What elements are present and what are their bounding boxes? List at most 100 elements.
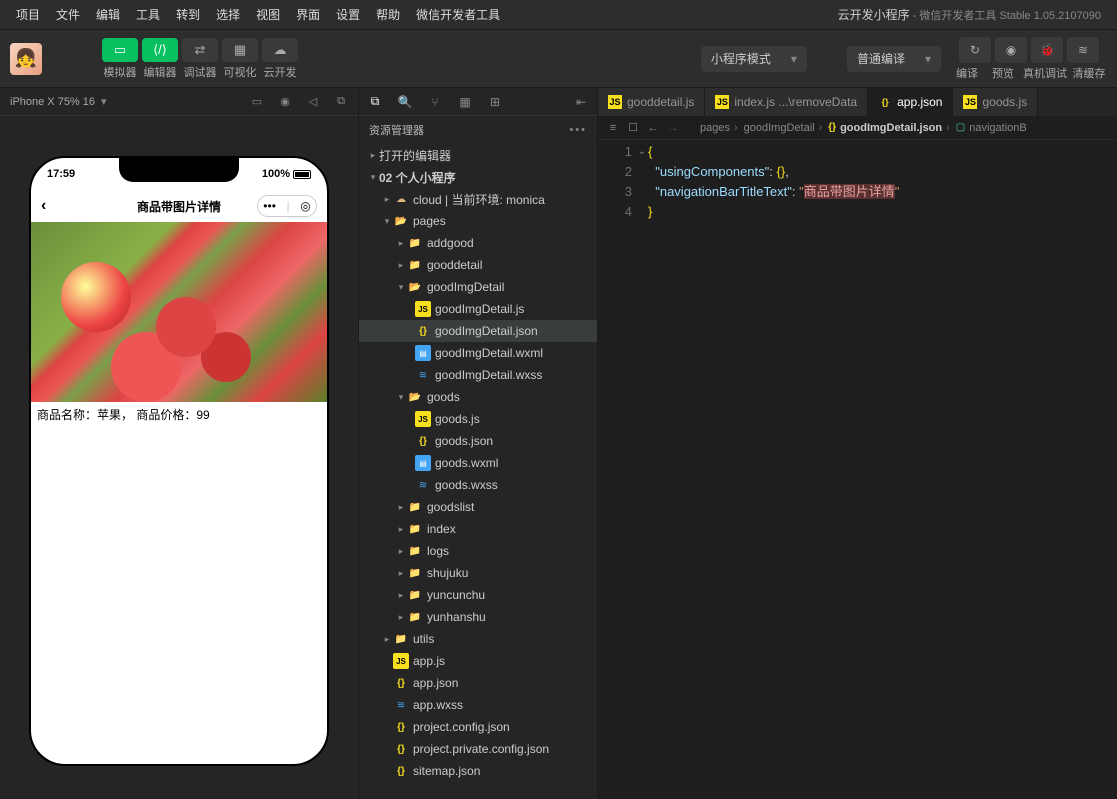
tab-goods-js[interactable]: JSgoods.js (953, 88, 1038, 116)
simulator-button[interactable]: ▭ (102, 38, 138, 62)
tree-shujuku[interactable]: ▸📁shujuku (359, 562, 597, 584)
compile-button[interactable]: ↻ (959, 37, 991, 63)
avatar[interactable]: 👧 (10, 43, 42, 75)
phone-navbar: ‹ 商品带图片详情 ••• | ◎ (31, 190, 327, 222)
tree-goodslist[interactable]: ▸📁goodslist (359, 496, 597, 518)
detach-icon[interactable]: ⧉ (334, 95, 348, 109)
breadcrumb-symbol[interactable]: ▢navigationB (956, 122, 1027, 134)
editor-button[interactable]: ⟨/⟩ (142, 38, 178, 62)
menu-file[interactable]: 文件 (48, 0, 88, 30)
menu-tools[interactable]: 工具 (128, 0, 168, 30)
collapse-icon[interactable]: ⇤ (573, 94, 589, 110)
menu-project[interactable]: 项目 (8, 0, 48, 30)
main-area: iPhone X 75% 16 ▾ ▭ ◉ ◁ ⧉ 17:59 100% ‹ 商… (0, 88, 1117, 799)
tree-cloud[interactable]: ▸☁cloud | 当前环境: monica (359, 188, 597, 210)
more-icon[interactable]: ••• (569, 124, 587, 136)
menu-edit[interactable]: 编辑 (88, 0, 128, 30)
chevron-down-icon[interactable]: ▾ (101, 95, 107, 108)
tree-addgood[interactable]: ▸📁addgood (359, 232, 597, 254)
mode-dropdown[interactable]: 小程序模式 ▾ (701, 46, 807, 72)
tree-file-goods-wxss[interactable]: ≋goods.wxss (359, 474, 597, 496)
status-time: 17:59 (47, 168, 75, 180)
tree-yuncunchu[interactable]: ▸📁yuncunchu (359, 584, 597, 606)
tree-label: logs (427, 544, 449, 558)
menu-goto[interactable]: 转到 (168, 0, 208, 30)
tree-file-goods-json[interactable]: {}goods.json (359, 430, 597, 452)
tree-file-goodimgdetail-json[interactable]: {}goodImgDetail.json (359, 320, 597, 342)
compile-dropdown[interactable]: 普通编译 ▾ (847, 46, 941, 72)
tree-pages[interactable]: ▾📂pages (359, 210, 597, 232)
preview-button[interactable]: ◉ (995, 37, 1027, 63)
tree-utils[interactable]: ▸📁utils (359, 628, 597, 650)
tree-file-project-private[interactable]: {}project.private.config.json (359, 738, 597, 760)
tree-goods[interactable]: ▾📂goods (359, 386, 597, 408)
tree-project-root[interactable]: ▾02 个人小程序 (359, 166, 597, 188)
folder-open-icon: 📂 (393, 213, 409, 229)
tree-opened-editors[interactable]: ▸打开的编辑器 (359, 144, 597, 166)
menu-help[interactable]: 帮助 (368, 0, 408, 30)
compile-label: 编译 (951, 65, 983, 81)
device-info[interactable]: iPhone X 75% 16 (10, 96, 95, 108)
file-tree[interactable]: ▸打开的编辑器 ▾02 个人小程序 ▸☁cloud | 当前环境: monica… (359, 144, 597, 799)
wxss-icon: ≋ (393, 697, 409, 713)
files-icon[interactable]: ⧉ (367, 94, 383, 110)
breadcrumb-folder[interactable]: goodImgDetail› (744, 122, 823, 134)
record-icon[interactable]: ◉ (278, 95, 292, 109)
tree-goodimgdetail[interactable]: ▾📂goodImgDetail (359, 276, 597, 298)
rotate-icon[interactable]: ▭ (250, 95, 264, 109)
json-icon: {} (393, 763, 409, 779)
tree-gooddetail[interactable]: ▸📁gooddetail (359, 254, 597, 276)
menu-wechat-devtools[interactable]: 微信开发者工具 (408, 0, 508, 30)
bookmark-icon[interactable]: ☐ (626, 121, 640, 134)
tab-app-json[interactable]: {}app.json (868, 88, 953, 116)
menu-view[interactable]: 视图 (248, 0, 288, 30)
tree-file-app-json[interactable]: {}app.json (359, 672, 597, 694)
crumb-label: navigationB (969, 122, 1027, 134)
tree-index[interactable]: ▸📁index (359, 518, 597, 540)
menu-dots-icon[interactable]: ••• (263, 199, 276, 213)
clouddev-button[interactable]: ☁ (262, 38, 298, 62)
visual-button[interactable]: ▦ (222, 38, 258, 62)
code-editor[interactable]: 1⌄ 2 3 4 { "usingComponents": {}, "navig… (598, 140, 1117, 799)
debugger-button[interactable]: ⇄ (182, 38, 218, 62)
tree-file-sitemap[interactable]: {} sitemap.json (359, 760, 597, 782)
phone-capsule[interactable]: ••• | ◎ (257, 195, 317, 217)
realdevice-button[interactable]: 🐞 (1031, 37, 1063, 63)
search-icon[interactable]: 🔍 (397, 94, 413, 110)
tab-index-js[interactable]: JSindex.js ...\removeData (705, 88, 868, 116)
tree-file-goods-wxml[interactable]: ▤goods.wxml (359, 452, 597, 474)
tree-label: sitemap.json (413, 764, 480, 778)
fold-icon[interactable]: ⌄ (638, 142, 646, 162)
branch-icon[interactable]: ⑂ (427, 94, 443, 110)
breadcrumb-pages[interactable]: pages› (700, 122, 738, 134)
tree-label: goodImgDetail.json (435, 324, 538, 338)
folder-open-icon: 📂 (407, 389, 423, 405)
forward-arrow-icon[interactable]: → (666, 122, 680, 134)
extensions-icon[interactable]: ⊞ (487, 94, 503, 110)
tree-file-app-js[interactable]: JSapp.js (359, 650, 597, 672)
mute-icon[interactable]: ◁ (306, 95, 320, 109)
tree-file-goodimgdetail-wxml[interactable]: ▤goodImgDetail.wxml (359, 342, 597, 364)
blocks-icon[interactable]: ▦ (457, 94, 473, 110)
code-lines[interactable]: { "usingComponents": {}, "navigationBarT… (648, 140, 1117, 799)
phone-nav-title: 商品带图片详情 (137, 198, 221, 215)
tree-file-app-wxss[interactable]: ≋app.wxss (359, 694, 597, 716)
tree-file-goodimgdetail-js[interactable]: JSgoodImgDetail.js (359, 298, 597, 320)
tree-yunhanshu[interactable]: ▸📁yunhanshu (359, 606, 597, 628)
tree-logs[interactable]: ▸📁logs (359, 540, 597, 562)
breadcrumb-file[interactable]: {}goodImgDetail.json› (828, 122, 950, 134)
folder-open-icon: 📂 (407, 279, 423, 295)
list-icon[interactable]: ≡ (606, 122, 620, 134)
json-icon: {} (878, 95, 892, 109)
menu-select[interactable]: 选择 (208, 0, 248, 30)
tab-gooddetail-js[interactable]: JSgooddetail.js (598, 88, 705, 116)
menu-settings[interactable]: 设置 (328, 0, 368, 30)
menu-ui[interactable]: 界面 (288, 0, 328, 30)
tree-file-goodimgdetail-wxss[interactable]: ≋goodImgDetail.wxss (359, 364, 597, 386)
close-circle-icon[interactable]: ◎ (300, 199, 310, 213)
tree-file-goods-js[interactable]: JSgoods.js (359, 408, 597, 430)
back-arrow-icon[interactable]: ← (646, 122, 660, 134)
back-icon[interactable]: ‹ (41, 197, 46, 215)
clearcache-button[interactable]: ≋ (1067, 37, 1099, 63)
tree-file-project-config[interactable]: {}project.config.json (359, 716, 597, 738)
